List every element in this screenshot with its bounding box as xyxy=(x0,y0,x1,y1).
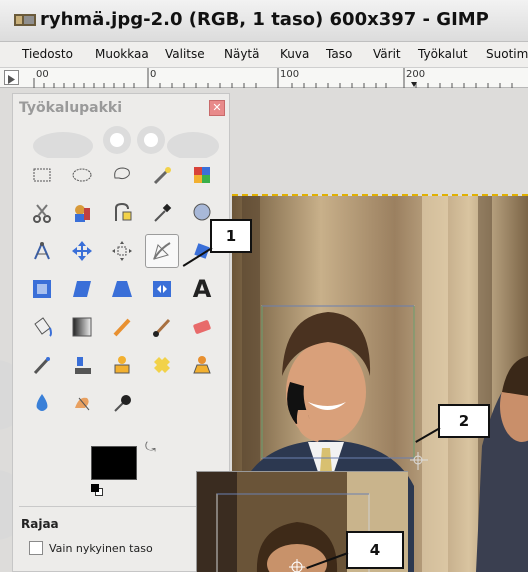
close-button[interactable]: ✕ xyxy=(209,100,225,116)
perspective-icon[interactable] xyxy=(109,276,135,302)
paintbrush-icon[interactable] xyxy=(149,314,175,340)
ink-icon[interactable] xyxy=(69,352,95,378)
heal-icon[interactable] xyxy=(149,352,175,378)
ruler-label-origin: 00 xyxy=(36,69,49,80)
blur-icon[interactable] xyxy=(29,390,55,416)
current-layer-only-checkbox[interactable] xyxy=(29,541,43,555)
text-icon[interactable]: A xyxy=(189,275,215,303)
measure-icon[interactable] xyxy=(29,238,55,264)
rect-select-icon[interactable] xyxy=(29,162,55,188)
menu-image[interactable]: Kuva xyxy=(280,47,309,61)
swap-colors-icon[interactable]: ⤿ xyxy=(145,440,156,455)
menu-layer[interactable]: Taso xyxy=(326,47,352,61)
menu-filters[interactable]: Suotim xyxy=(486,47,528,61)
window-title: ryhmä.jpg-2.0 (RGB, 1 taso) 600x397 - GI… xyxy=(40,9,489,30)
current-layer-only-label: Vain nykyinen taso xyxy=(49,542,153,555)
scale-icon[interactable] xyxy=(29,276,55,302)
play-icon xyxy=(8,75,15,84)
align-icon[interactable] xyxy=(109,238,135,264)
clone-icon[interactable] xyxy=(109,352,135,378)
gimp-window: ryhmä.jpg-2.0 (RGB, 1 taso) 600x397 - GI… xyxy=(0,0,528,572)
menu-select[interactable]: Valitse xyxy=(165,47,205,61)
callout-4: 4 xyxy=(346,531,404,569)
free-select-icon[interactable] xyxy=(109,162,135,188)
blend-icon[interactable] xyxy=(69,314,95,340)
gimp-logo xyxy=(33,126,219,158)
callout-2: 2 xyxy=(438,404,490,438)
color-picker-icon[interactable] xyxy=(149,200,175,226)
foreground-color-swatch[interactable] xyxy=(91,446,137,480)
color-swatches[interactable]: ⤿ xyxy=(91,440,167,502)
dodge-burn-icon[interactable] xyxy=(109,390,135,416)
ruler-label-200: 200 xyxy=(406,69,426,80)
select-by-color-icon[interactable] xyxy=(189,162,215,188)
fuzzy-select-icon[interactable] xyxy=(149,162,175,188)
ruler-ticks xyxy=(33,68,513,88)
gimp-app-icon xyxy=(14,14,36,26)
menu-colors[interactable]: Värit xyxy=(373,47,401,61)
perspective-clone-icon[interactable] xyxy=(189,352,215,378)
shear-icon[interactable] xyxy=(69,276,95,302)
tool-options-title: Rajaa xyxy=(21,517,59,531)
pencil-icon[interactable] xyxy=(109,314,135,340)
scissors-icon[interactable] xyxy=(29,200,55,226)
default-colors-icon[interactable] xyxy=(91,484,103,496)
crop-icon xyxy=(153,242,171,260)
bucket-fill-icon[interactable] xyxy=(29,314,55,340)
title-bar: ryhmä.jpg-2.0 (RGB, 1 taso) 600x397 - GI… xyxy=(0,0,528,42)
close-icon: ✕ xyxy=(212,101,222,114)
smudge-icon[interactable] xyxy=(69,390,95,416)
toolbox-title: Työkalupakki xyxy=(19,100,123,116)
menu-tools[interactable]: Työkalut xyxy=(418,47,468,61)
callout-1: 1 xyxy=(210,219,252,253)
options-divider xyxy=(19,506,225,507)
foreground-select-icon[interactable] xyxy=(69,200,95,226)
eraser-icon[interactable] xyxy=(189,314,215,340)
horizontal-ruler[interactable]: 00 0 100 200 xyxy=(0,68,528,88)
ruler-label-100: 100 xyxy=(280,69,300,80)
crop-tool-button[interactable] xyxy=(145,234,179,268)
flip-icon[interactable] xyxy=(149,276,175,302)
airbrush-icon[interactable] xyxy=(29,352,55,378)
menu-file[interactable]: Tiedosto xyxy=(22,47,73,61)
menu-edit[interactable]: Muokkaa xyxy=(95,47,149,61)
menu-bar: Tiedosto Muokkaa Valitse Näytä Kuva Taso… xyxy=(0,42,528,68)
ellipse-select-icon[interactable] xyxy=(69,162,95,188)
move-icon[interactable] xyxy=(69,238,95,264)
menu-view[interactable]: Näytä xyxy=(224,47,260,61)
paths-icon[interactable] xyxy=(109,200,135,226)
quick-mask-toggle[interactable] xyxy=(4,70,19,85)
ruler-label-0: 0 xyxy=(150,69,157,80)
